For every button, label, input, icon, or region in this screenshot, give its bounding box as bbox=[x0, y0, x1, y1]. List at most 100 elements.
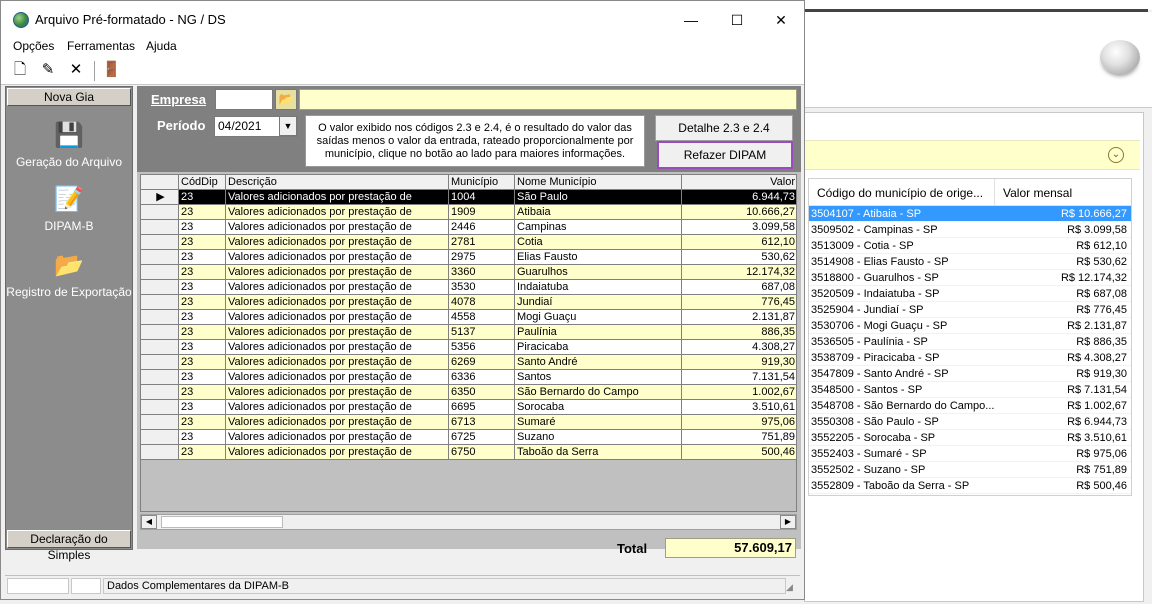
sidebar-footer-declaracao-simples[interactable]: Declaração do Simples bbox=[7, 530, 131, 562]
row-header[interactable] bbox=[141, 265, 179, 280]
cell-municipio[interactable]: 6350 bbox=[449, 385, 515, 400]
cell-coddip[interactable]: 23 bbox=[179, 310, 226, 325]
cell-valor[interactable]: 3.099,58 bbox=[682, 220, 796, 235]
cell-municipio[interactable]: 6336 bbox=[449, 370, 515, 385]
cell-descricao[interactable]: Valores adicionados por prestação de bbox=[226, 340, 449, 355]
cell-descricao[interactable]: Valores adicionados por prestação de bbox=[226, 310, 449, 325]
new-document-icon[interactable]: 🗋 bbox=[11, 61, 29, 79]
list-item[interactable]: 3550308 - São Paulo - SP R$ 6.944,73 bbox=[809, 414, 1131, 430]
cell-coddip[interactable]: 23 bbox=[179, 445, 226, 460]
row-header[interactable] bbox=[141, 430, 179, 445]
sidebar-item-dipam-b[interactable]: 📝 DIPAM-B bbox=[6, 185, 132, 233]
list-item[interactable]: 3552809 - Taboão da Serra - SP R$ 500,46 bbox=[809, 478, 1131, 494]
cell-nome-municipio[interactable]: Cotia bbox=[515, 235, 682, 250]
row-header[interactable] bbox=[141, 235, 179, 250]
cell-nome-municipio[interactable]: Sorocaba bbox=[515, 400, 682, 415]
cell-municipio[interactable]: 6750 bbox=[449, 445, 515, 460]
cell-coddip[interactable]: 23 bbox=[179, 370, 226, 385]
row-header[interactable] bbox=[141, 445, 179, 460]
sidebar-item-registro-exportacao[interactable]: 📂 Registro de Exportação bbox=[6, 251, 132, 299]
chevron-down-icon[interactable]: ▼ bbox=[279, 116, 297, 136]
cell-valor[interactable]: 751,89 bbox=[682, 430, 796, 445]
cell-municipio[interactable]: 5356 bbox=[449, 340, 515, 355]
cell-descricao[interactable]: Valores adicionados por prestação de bbox=[226, 235, 449, 250]
cell-valor[interactable]: 919,30 bbox=[682, 355, 796, 370]
delete-icon[interactable]: ✕ bbox=[67, 61, 85, 79]
table-row[interactable]: 23 Valores adicionados por prestação de 66… bbox=[141, 400, 796, 415]
row-header[interactable] bbox=[141, 250, 179, 265]
cell-descricao[interactable]: Valores adicionados por prestação de bbox=[226, 190, 449, 205]
cell-nome-municipio[interactable]: Indaiatuba bbox=[515, 280, 682, 295]
cell-valor[interactable]: 4.308,27 bbox=[682, 340, 796, 355]
cell-municipio[interactable]: 6695 bbox=[449, 400, 515, 415]
column-header-valor[interactable]: Valor bbox=[682, 175, 796, 190]
exit-door-icon[interactable]: 🚪 bbox=[102, 61, 121, 79]
cell-nome-municipio[interactable]: Guarulhos bbox=[515, 265, 682, 280]
row-header[interactable] bbox=[141, 355, 179, 370]
cell-valor[interactable]: 687,08 bbox=[682, 280, 796, 295]
cell-coddip[interactable]: 23 bbox=[179, 340, 226, 355]
cell-coddip[interactable]: 23 bbox=[179, 295, 226, 310]
list-item[interactable]: 3552403 - Sumaré - SP R$ 975,06 bbox=[809, 446, 1131, 462]
list-item[interactable]: 3536505 - Paulínia - SP R$ 886,35 bbox=[809, 334, 1131, 350]
cell-nome-municipio[interactable]: Jundiaí bbox=[515, 295, 682, 310]
cell-nome-municipio[interactable]: Suzano bbox=[515, 430, 682, 445]
cell-valor[interactable]: 6.944,73 bbox=[682, 190, 796, 205]
scroll-left-icon[interactable]: ◀ bbox=[141, 515, 157, 529]
table-row[interactable]: 23 Valores adicionados por prestação de 19… bbox=[141, 205, 796, 220]
cell-coddip[interactable]: 23 bbox=[179, 205, 226, 220]
table-row[interactable]: ▶ 23 Valores adicionados por prestação de 1… bbox=[141, 190, 796, 205]
cell-valor[interactable]: 530,62 bbox=[682, 250, 796, 265]
table-row[interactable]: 23 Valores adicionados por prestação de 40… bbox=[141, 295, 796, 310]
maximize-button[interactable]: ☐ bbox=[723, 7, 751, 33]
cell-coddip[interactable]: 23 bbox=[179, 400, 226, 415]
table-row[interactable]: 23 Valores adicionados por prestação de 63… bbox=[141, 370, 796, 385]
cell-coddip[interactable]: 23 bbox=[179, 265, 226, 280]
row-header[interactable] bbox=[141, 280, 179, 295]
cell-coddip[interactable]: 23 bbox=[179, 235, 226, 250]
cell-nome-municipio[interactable]: Santos bbox=[515, 370, 682, 385]
cell-nome-municipio[interactable]: Taboão da Serra bbox=[515, 445, 682, 460]
sidebar-item-geracao-arquivo[interactable]: 💾 Geração do Arquivo bbox=[6, 121, 132, 169]
cell-coddip[interactable]: 23 bbox=[179, 190, 226, 205]
cell-descricao[interactable]: Valores adicionados por prestação de bbox=[226, 445, 449, 460]
cell-coddip[interactable]: 23 bbox=[179, 325, 226, 340]
list-item[interactable]: 3547809 - Santo André - SP R$ 919,30 bbox=[809, 366, 1131, 382]
table-row[interactable]: 23 Valores adicionados por prestação de 67… bbox=[141, 430, 796, 445]
list-item[interactable]: 3513009 - Cotia - SP R$ 612,10 bbox=[809, 238, 1131, 254]
cell-municipio[interactable]: 4078 bbox=[449, 295, 515, 310]
list-item[interactable]: 3552205 - Sorocaba - SP R$ 3.510,61 bbox=[809, 430, 1131, 446]
list-item[interactable]: 3509502 - Campinas - SP R$ 3.099,58 bbox=[809, 222, 1131, 238]
table-row[interactable]: 23 Valores adicionados por prestação de 67… bbox=[141, 415, 796, 430]
row-header[interactable] bbox=[141, 205, 179, 220]
cell-valor[interactable]: 776,45 bbox=[682, 295, 796, 310]
cell-municipio[interactable]: 2975 bbox=[449, 250, 515, 265]
cell-nome-municipio[interactable]: São Paulo bbox=[515, 190, 682, 205]
cell-descricao[interactable]: Valores adicionados por prestação de bbox=[226, 295, 449, 310]
cell-municipio[interactable]: 4558 bbox=[449, 310, 515, 325]
cell-valor[interactable]: 12.174,32 bbox=[682, 265, 796, 280]
cell-municipio[interactable]: 6713 bbox=[449, 415, 515, 430]
table-row[interactable]: 23 Valores adicionados por prestação de 27… bbox=[141, 235, 796, 250]
table-row[interactable]: 23 Valores adicionados por prestação de 35… bbox=[141, 280, 796, 295]
list-item[interactable]: 3514908 - Elias Fausto - SP R$ 530,62 bbox=[809, 254, 1131, 270]
menu-ajuda[interactable]: Ajuda bbox=[146, 39, 177, 53]
menu-opcoes[interactable]: Opções bbox=[13, 39, 54, 53]
cell-nome-municipio[interactable]: Elias Fausto bbox=[515, 250, 682, 265]
cell-coddip[interactable]: 23 bbox=[179, 355, 226, 370]
cell-descricao[interactable]: Valores adicionados por prestação de bbox=[226, 355, 449, 370]
list-item[interactable]: 3548708 - São Bernardo do Campo... R$ 1.0… bbox=[809, 398, 1131, 414]
column-header-valor-mensal[interactable]: Valor mensal bbox=[995, 179, 1131, 205]
cell-descricao[interactable]: Valores adicionados por prestação de bbox=[226, 265, 449, 280]
expand-chevron-icon[interactable]: ⌄ bbox=[1108, 147, 1124, 163]
cell-municipio[interactable]: 2781 bbox=[449, 235, 515, 250]
cell-descricao[interactable]: Valores adicionados por prestação de bbox=[226, 250, 449, 265]
horizontal-scrollbar[interactable]: ◀ ▶ bbox=[140, 514, 797, 530]
table-row[interactable]: 23 Valores adicionados por prestação de 45… bbox=[141, 310, 796, 325]
list-item[interactable]: 3552502 - Suzano - SP R$ 751,89 bbox=[809, 462, 1131, 478]
refazer-dipam-button[interactable]: Refazer DIPAM bbox=[657, 141, 793, 169]
cell-descricao[interactable]: Valores adicionados por prestação de bbox=[226, 415, 449, 430]
cell-nome-municipio[interactable]: Sumaré bbox=[515, 415, 682, 430]
row-header[interactable] bbox=[141, 295, 179, 310]
cell-valor[interactable]: 3.510,61 bbox=[682, 400, 796, 415]
